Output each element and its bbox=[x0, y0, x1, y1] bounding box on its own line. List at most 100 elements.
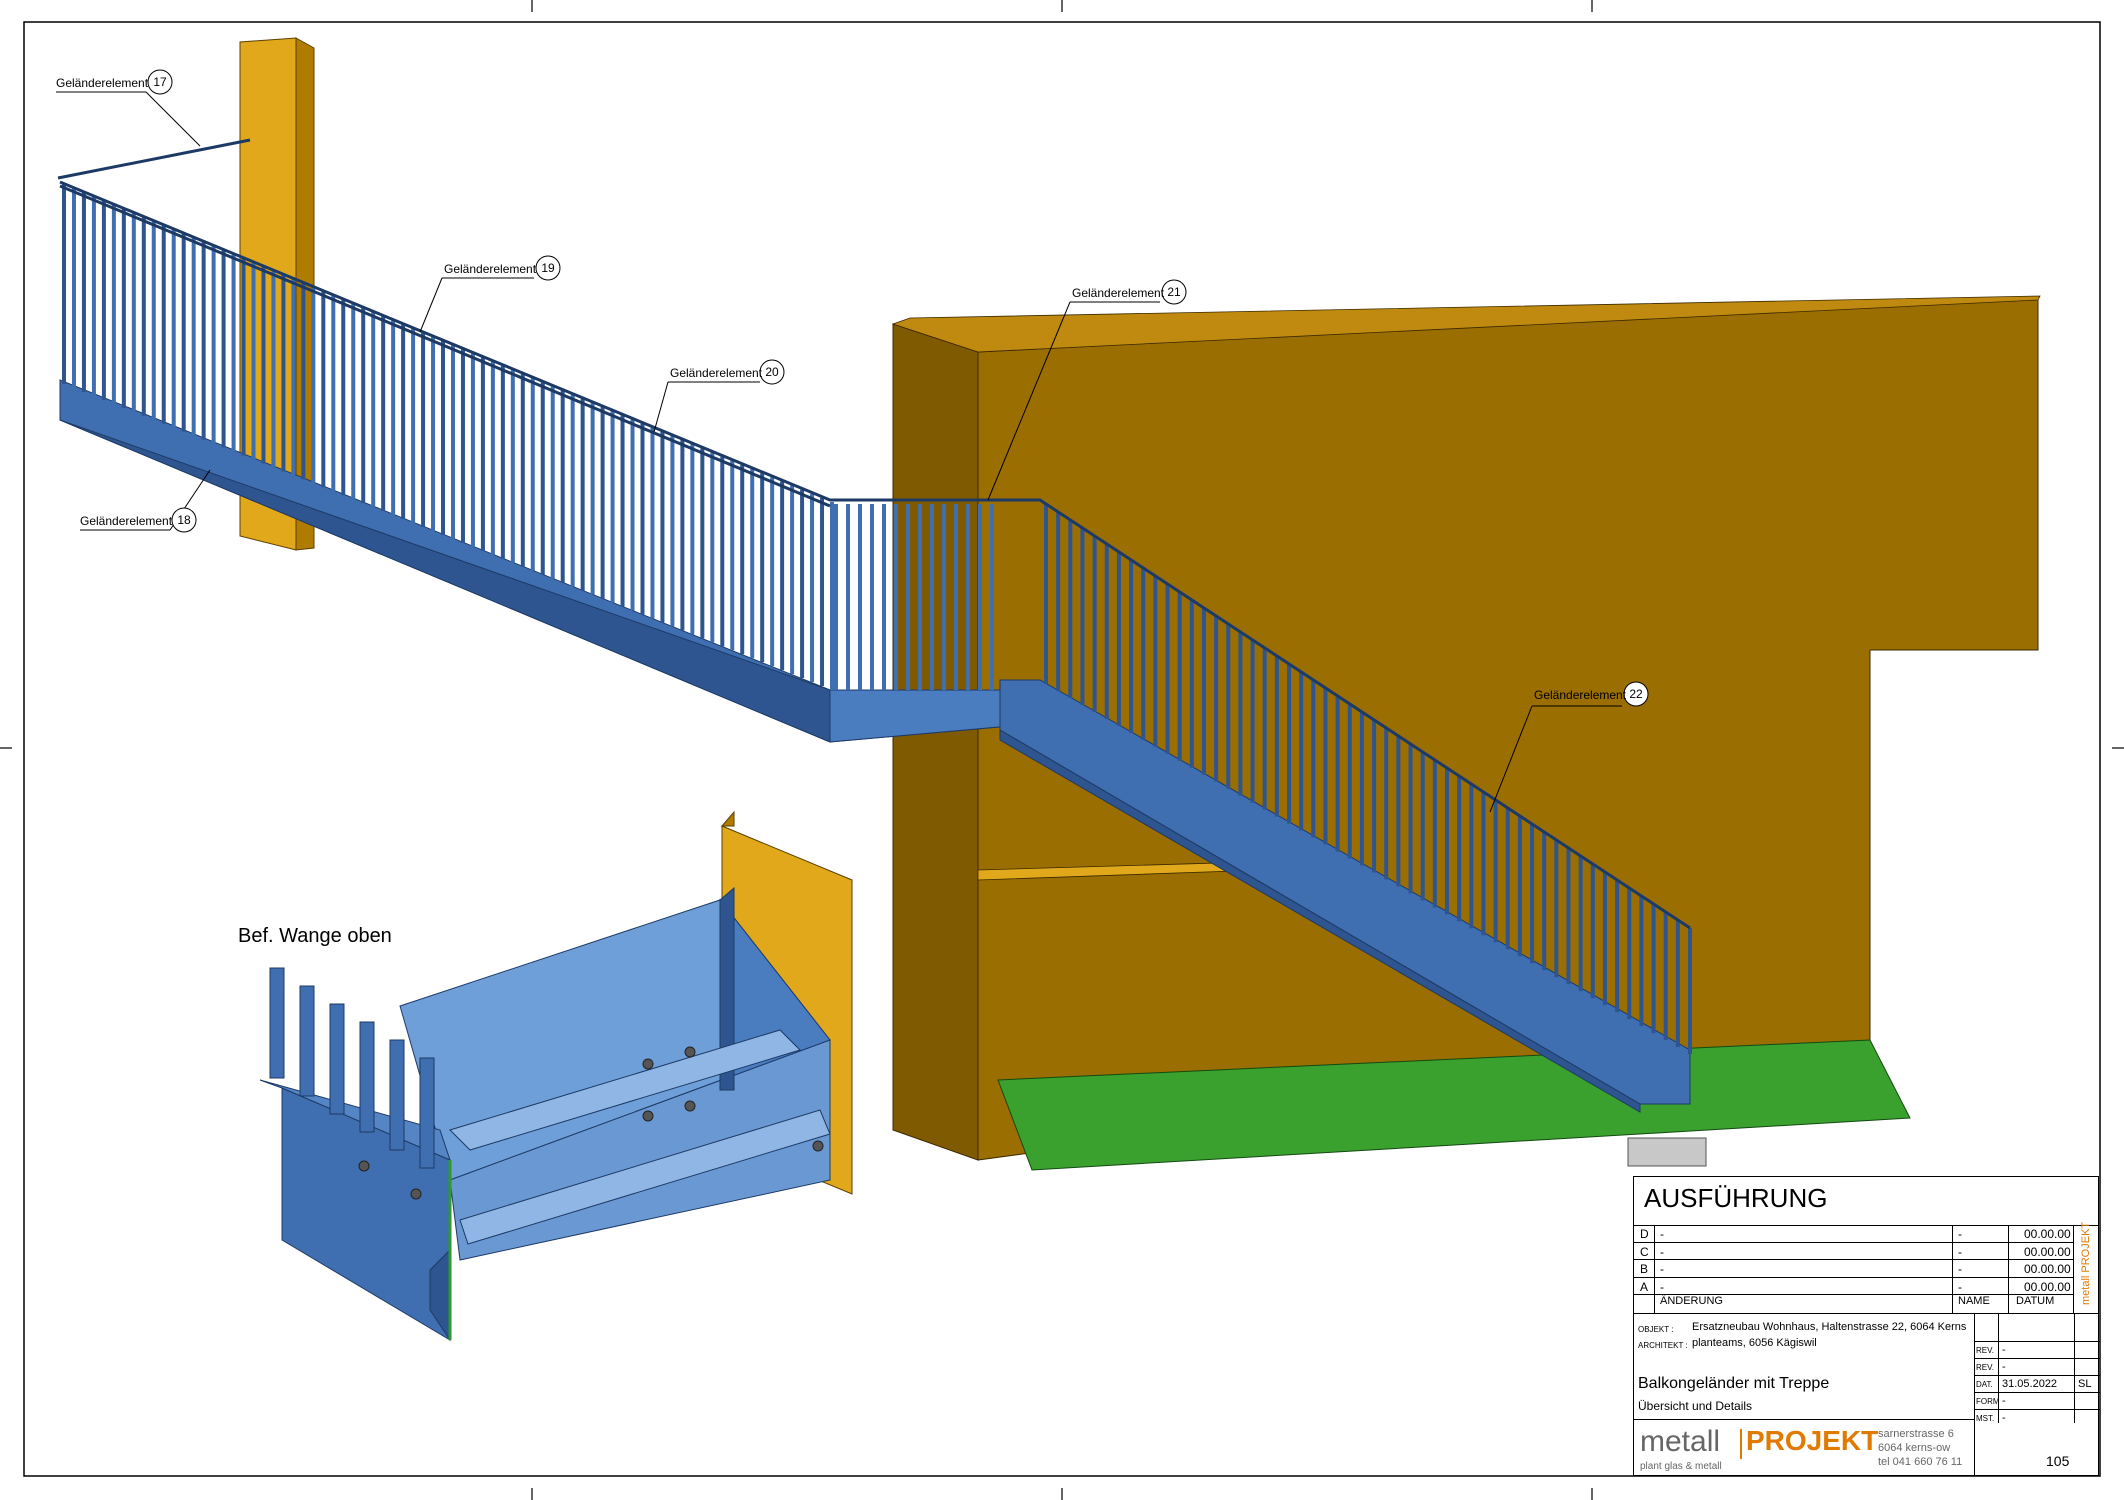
baluster bbox=[1457, 776, 1462, 922]
baluster bbox=[191, 237, 196, 436]
detail-post bbox=[419, 1057, 435, 1169]
baluster bbox=[71, 188, 76, 388]
callout-20: Geländerelement 20 bbox=[653, 359, 785, 433]
meta-extra: SL bbox=[2078, 1378, 2092, 1390]
baluster bbox=[942, 504, 946, 690]
baluster bbox=[1214, 616, 1219, 782]
baluster bbox=[1299, 672, 1304, 831]
callout-text: Geländerelement bbox=[444, 262, 537, 276]
baluster bbox=[1287, 664, 1292, 824]
baluster bbox=[510, 369, 515, 563]
floor-support bbox=[1627, 1137, 1707, 1167]
baluster bbox=[1542, 832, 1547, 971]
baluster bbox=[954, 504, 958, 690]
baluster bbox=[1311, 680, 1316, 838]
baluster bbox=[820, 497, 825, 687]
baluster bbox=[62, 184, 66, 384]
baluster bbox=[151, 221, 156, 420]
baluster bbox=[331, 295, 336, 492]
baluster bbox=[201, 241, 206, 440]
rev-header-date: DATUM bbox=[2016, 1295, 2055, 1307]
baluster bbox=[441, 340, 446, 536]
baluster bbox=[710, 452, 715, 643]
baluster bbox=[540, 382, 545, 575]
baluster bbox=[361, 307, 366, 504]
baluster bbox=[401, 324, 406, 520]
baluster bbox=[381, 316, 386, 512]
meta-label: REV. bbox=[1976, 1346, 1994, 1355]
meta-value: - bbox=[2002, 1344, 2006, 1356]
baluster bbox=[1517, 816, 1522, 957]
baluster bbox=[341, 299, 346, 496]
callout-19: Geländerelement 19 bbox=[419, 255, 561, 333]
baluster bbox=[990, 504, 994, 690]
baluster bbox=[1250, 640, 1255, 803]
baluster bbox=[930, 504, 934, 690]
rev-header-change: ÄNDERUNG bbox=[1660, 1295, 1723, 1307]
baluster bbox=[1372, 720, 1377, 873]
detail-post bbox=[359, 1021, 375, 1133]
baluster bbox=[1141, 568, 1146, 740]
drawing-subtitle: Übersicht und Details bbox=[1638, 1399, 1753, 1413]
baluster bbox=[1639, 896, 1644, 1027]
meta-row: DAT. 31.05.2022 SL bbox=[1974, 1375, 2100, 1392]
baluster bbox=[830, 502, 834, 690]
baluster bbox=[1420, 752, 1425, 901]
baluster bbox=[1530, 824, 1535, 964]
baluster bbox=[1590, 864, 1595, 999]
baluster bbox=[171, 229, 176, 428]
baluster bbox=[421, 332, 426, 528]
baluster bbox=[770, 477, 775, 667]
baluster bbox=[1153, 576, 1158, 747]
callout-number: 18 bbox=[177, 513, 191, 527]
baluster bbox=[111, 204, 116, 404]
baluster bbox=[690, 444, 695, 635]
baluster bbox=[1578, 856, 1583, 992]
side-brand: metall PROJEKT bbox=[2080, 1221, 2092, 1305]
callout-text: Geländerelement bbox=[670, 366, 763, 380]
callout-number: 20 bbox=[765, 365, 779, 379]
baluster bbox=[490, 361, 495, 555]
baluster bbox=[790, 485, 795, 675]
baluster bbox=[480, 357, 485, 551]
baluster bbox=[1080, 528, 1085, 705]
baluster bbox=[700, 448, 705, 639]
detail-post bbox=[389, 1039, 405, 1151]
baluster bbox=[91, 196, 96, 396]
baluster bbox=[351, 303, 356, 500]
baluster bbox=[1323, 688, 1328, 845]
callout-number: 17 bbox=[153, 75, 167, 89]
company-address: sarnerstrasse 6 6064 kerns-ow tel 041 66… bbox=[1878, 1428, 1963, 1468]
baluster bbox=[610, 411, 615, 603]
baluster bbox=[780, 481, 785, 671]
callout-number: 19 bbox=[541, 261, 555, 275]
meta-label: FORM bbox=[1976, 1397, 2000, 1406]
baluster bbox=[720, 456, 725, 647]
objekt-value: Ersatzneubau Wohnhaus, Haltenstrasse 22,… bbox=[1692, 1321, 1967, 1333]
baluster bbox=[291, 278, 296, 476]
baluster bbox=[600, 407, 605, 599]
callout-text: Geländerelement bbox=[1072, 286, 1165, 300]
architekt-value: planteams, 6056 Kägiswil bbox=[1692, 1337, 1817, 1349]
baluster bbox=[530, 378, 535, 571]
baluster bbox=[391, 320, 396, 516]
baluster bbox=[231, 254, 236, 452]
baluster bbox=[966, 504, 970, 690]
baluster bbox=[650, 427, 655, 619]
baluster bbox=[550, 386, 555, 579]
baluster bbox=[630, 419, 635, 611]
baluster bbox=[894, 504, 898, 690]
baluster bbox=[81, 192, 86, 392]
baluster bbox=[321, 291, 326, 488]
baluster bbox=[882, 504, 886, 690]
baluster bbox=[431, 336, 436, 532]
baluster bbox=[161, 225, 166, 424]
baluster bbox=[1044, 504, 1048, 684]
callout-number: 21 bbox=[1167, 285, 1181, 299]
baluster bbox=[261, 266, 266, 464]
objekt-label: OBJEKT : bbox=[1638, 1325, 1674, 1334]
architekt-label: ARCHITEKT : bbox=[1638, 1341, 1688, 1350]
meta-value: 31.05.2022 bbox=[2002, 1378, 2058, 1390]
baluster bbox=[1505, 808, 1510, 950]
detail-title: Bef. Wange oben bbox=[238, 925, 392, 947]
